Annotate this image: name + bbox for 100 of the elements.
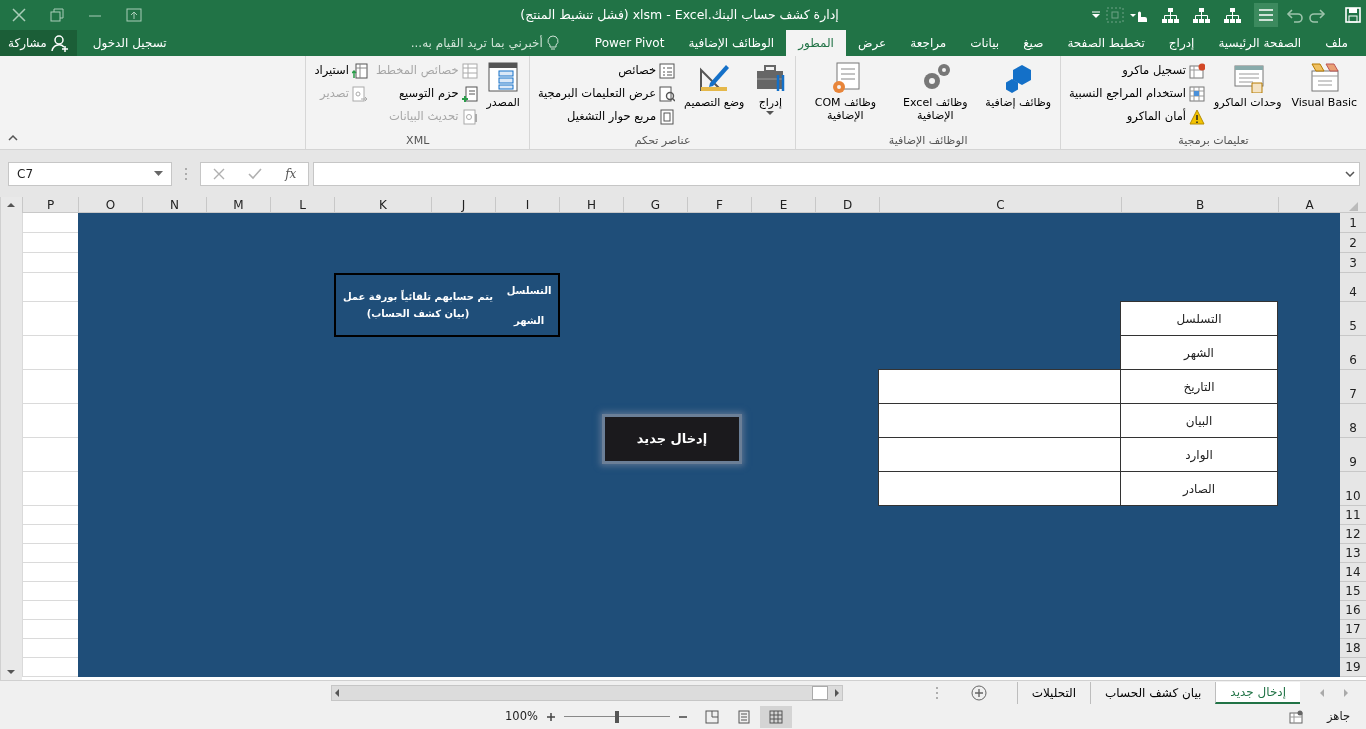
sheet-tab[interactable]: إدخال جديد — [1215, 682, 1300, 704]
row-header[interactable]: 12 — [1340, 525, 1366, 544]
hierarchy-icon[interactable] — [1161, 6, 1180, 24]
column-header[interactable]: A — [1278, 197, 1340, 213]
row-header[interactable]: 17 — [1340, 620, 1366, 639]
row-header[interactable]: 8 — [1340, 404, 1366, 438]
row-header[interactable]: 19 — [1340, 658, 1366, 677]
row-header[interactable]: 5 — [1340, 302, 1366, 336]
row-header[interactable]: 13 — [1340, 544, 1366, 563]
horizontal-scrollbar[interactable] — [330, 685, 843, 701]
vertical-scrollbar[interactable] — [0, 197, 22, 680]
grid-cell[interactable] — [22, 544, 78, 563]
grid-cell[interactable] — [22, 302, 78, 336]
ribbon-tab[interactable]: Power Pivot — [582, 30, 677, 56]
ribbon-button[interactable]: وحدات الماكرو — [1211, 59, 1285, 112]
grid-cell[interactable] — [22, 253, 78, 273]
column-header[interactable]: E — [751, 197, 815, 213]
grid-cell[interactable] — [22, 506, 78, 525]
menu-icon[interactable] — [1254, 3, 1278, 27]
column-header[interactable]: F — [687, 197, 751, 213]
ribbon-button[interactable]: وظائف COM الإضافية — [802, 59, 889, 125]
next-sheet-icon[interactable] — [1342, 688, 1350, 698]
ribbon-button[interactable]: وظائف Excel الإضافية — [892, 59, 979, 125]
grid-cell[interactable] — [22, 472, 78, 506]
column-header[interactable]: B — [1121, 197, 1278, 213]
redo-icon[interactable] — [1306, 6, 1328, 24]
grid-cell[interactable] — [22, 563, 78, 582]
row-header[interactable]: 16 — [1340, 601, 1366, 620]
ribbon-button[interactable]: عرض التعليمات البرمجية — [535, 82, 678, 105]
grid-cell[interactable] — [22, 601, 78, 620]
name-box[interactable]: C7 — [8, 161, 172, 186]
row-header[interactable]: 14 — [1340, 563, 1366, 582]
input-cell[interactable] — [878, 403, 1121, 438]
sign-in-link[interactable]: تسجيل الدخول — [76, 30, 183, 56]
ribbon-tab[interactable]: ملف — [1313, 30, 1366, 56]
column-header[interactable]: M — [206, 197, 270, 213]
grid-cell[interactable] — [22, 233, 78, 253]
input-cell[interactable] — [878, 369, 1121, 404]
add-sheet-icon[interactable] — [970, 685, 987, 701]
zoom-level[interactable]: 100% — [497, 708, 546, 726]
ribbon-button[interactable]: مربع حوار التشغيل — [535, 105, 678, 128]
ribbon-button[interactable]: خصائص — [535, 59, 678, 82]
column-header[interactable]: L — [270, 197, 334, 213]
slider-thumb[interactable] — [614, 711, 619, 723]
sheet-tab[interactable]: التحليلات — [1016, 682, 1091, 704]
scrollbar-thumb-icon[interactable] — [811, 686, 828, 700]
hierarchy-icon[interactable] — [1223, 6, 1242, 24]
ribbon-tab[interactable]: صيغ — [1011, 30, 1056, 56]
previous-sheet-icon[interactable] — [1318, 688, 1326, 698]
close-icon[interactable] — [12, 8, 26, 22]
ribbon-tab[interactable]: إدراج — [1156, 30, 1207, 56]
share-button[interactable]: مشاركة — [0, 30, 77, 56]
ribbon-tab[interactable]: الوظائف الإضافية — [676, 30, 787, 56]
enter-icon[interactable] — [247, 167, 262, 180]
hierarchy-icon[interactable] — [1192, 6, 1211, 24]
ribbon-button[interactable]: تسجيل ماكرو — [1066, 59, 1207, 82]
cancel-icon[interactable] — [212, 167, 225, 180]
ribbon-button[interactable]: أمان الماكرو — [1066, 105, 1207, 128]
column-header[interactable]: C — [879, 197, 1121, 213]
ribbon-display-icon[interactable] — [126, 8, 142, 22]
ribbon-tab[interactable]: عرض — [845, 30, 899, 56]
row-header[interactable]: 9 — [1340, 438, 1366, 472]
grid-cell[interactable] — [22, 438, 78, 472]
row-header[interactable]: 10 — [1340, 472, 1366, 506]
grid-cell[interactable] — [22, 658, 78, 677]
formula-input[interactable] — [313, 161, 1360, 186]
ribbon-tab[interactable]: تخطيط الصفحة — [1055, 30, 1157, 56]
undo-icon[interactable] — [1284, 6, 1306, 24]
ribbon-button[interactable]: المصدر — [483, 59, 523, 112]
ribbon-button[interactable]: وضع التصميم — [681, 59, 748, 112]
grid-cell[interactable] — [22, 213, 78, 233]
column-header[interactable]: D — [815, 197, 879, 213]
collapse-ribbon-icon[interactable] — [8, 134, 18, 141]
grid-cell[interactable] — [22, 639, 78, 658]
ribbon-tab[interactable]: المطور — [786, 30, 846, 56]
column-header[interactable]: H — [559, 197, 623, 213]
tell-me-field[interactable]: أخبرني بما تريد القيام به... — [410, 30, 559, 56]
zoom-in-icon[interactable] — [545, 712, 556, 722]
save-icon[interactable] — [1344, 6, 1362, 24]
row-header[interactable]: 6 — [1340, 336, 1366, 370]
ribbon-tab[interactable]: الصفحة الرئيسية — [1206, 30, 1314, 56]
column-header[interactable]: N — [142, 197, 206, 213]
ribbon-button[interactable]: حزم التوسيع — [373, 82, 480, 105]
insert-function-button[interactable]: fx — [285, 164, 297, 183]
new-entry-button[interactable]: إدخال جديد — [602, 414, 742, 464]
ribbon-tab[interactable]: بيانات — [958, 30, 1012, 56]
column-header[interactable]: O — [78, 197, 142, 213]
column-header[interactable]: P — [22, 197, 78, 213]
row-header[interactable]: 11 — [1340, 506, 1366, 525]
macro-record-icon[interactable] — [1288, 710, 1303, 724]
ribbon-tab[interactable]: مراجعة — [898, 30, 959, 56]
row-header[interactable]: 18 — [1340, 639, 1366, 658]
grid-cell[interactable] — [22, 273, 78, 302]
column-header[interactable]: I — [495, 197, 559, 213]
ribbon-button[interactable]: استيراد — [312, 59, 370, 82]
grid-cell[interactable] — [22, 620, 78, 639]
sheet-tab[interactable]: بيان كشف الحساب — [1090, 682, 1216, 704]
grid-cell[interactable] — [22, 582, 78, 601]
grid-cell[interactable] — [22, 336, 78, 370]
row-header[interactable]: 15 — [1340, 582, 1366, 601]
